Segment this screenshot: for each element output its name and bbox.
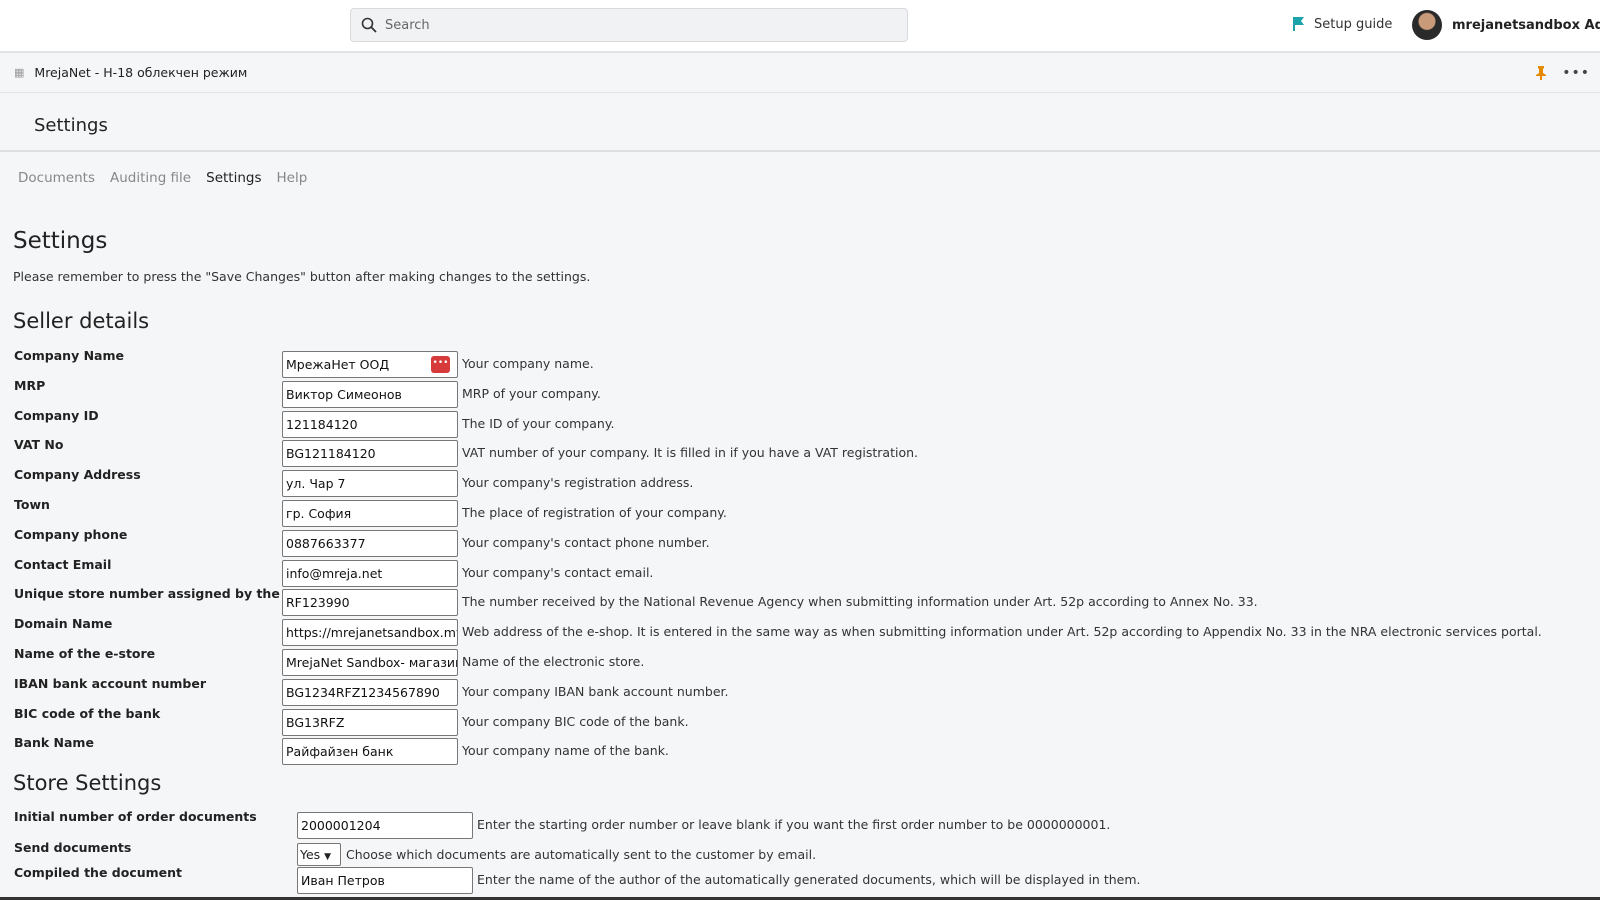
field-description: Your company BIC code of the bank. [462,713,689,729]
field-label: Company Name [14,348,124,363]
field-input[interactable]: BG13RFZ [282,708,458,736]
field-input[interactable]: RF123990 [282,589,458,617]
field-label: Name of the e-store [14,646,156,661]
field-description: The number received by the National Reve… [462,594,1258,610]
app-bar: ▦ MrejaNet - Н-18 облекчен режим ••• [0,53,1600,93]
user-name: mrejanetsandbox Admin [1452,17,1600,33]
tab-help[interactable]: Help [277,170,308,186]
field-label: BIC code of the bank [14,705,161,721]
field-label: Unique store number assigned by the NRA [14,586,314,602]
more-options-icon[interactable]: ••• [1562,65,1590,81]
field-input[interactable]: Виктор Симеонов [282,380,458,408]
field-description: Your company name. [462,356,594,371]
tab-auditing-file[interactable]: Auditing file [110,170,191,186]
field-description: Your company name of the bank. [462,743,669,759]
field-description: Enter the name of the author of the auto… [477,872,1141,887]
field-input[interactable]: info@mreja.net [282,559,458,587]
password-manager-icon[interactable]: ••• [431,356,450,373]
store-settings-heading: Store Settings [13,771,162,795]
field-label: Compiled the document [14,865,183,880]
field-description: Your company's contact phone number. [462,534,710,550]
chevron-down-icon: ▼ [324,852,332,862]
field-input[interactable]: 0887663377 [282,529,458,557]
field-input[interactable]: Райфайзен банк [282,738,458,766]
field-description: Name of the electronic store. [462,654,645,669]
tab-documents[interactable]: Documents [18,170,95,186]
setup-guide-button[interactable]: Setup guide [1292,16,1392,32]
page-header: Settings [0,93,1600,152]
field-description: The place of registration of your compan… [462,505,727,520]
field-description: Your company IBAN bank account number. [462,683,729,699]
field-input[interactable]: 121184120 [282,410,458,438]
field-label: Town [14,497,50,512]
search-placeholder: Search [385,17,430,33]
field-description: Choose which documents are automatically… [346,847,817,862]
search-input[interactable]: Search [350,8,908,42]
field-description: MRP of your company. [462,385,601,401]
field-input[interactable]: https://mrejanetsandbox.myshopify.com [282,619,458,647]
field-input[interactable]: BG1234RFZ1234567890 [282,678,458,706]
page-title: Settings [13,228,108,254]
field-label: Company phone [14,526,128,542]
field-label: Company ID [14,407,99,423]
user-menu[interactable]: mrejanetsandbox Admin [1412,10,1600,40]
field-input[interactable]: гр. София [282,500,458,527]
field-label: Contact Email [14,556,112,572]
field-description: Enter the starting order number or leave… [477,817,1111,832]
field-label: Company Address [14,467,141,483]
app-title: MrejaNet - Н-18 облекчен режим [34,65,248,80]
flag-icon [1293,17,1304,31]
seller-details-heading: Seller details [13,309,150,333]
field-input[interactable]: MrejaNet Sandbox- магазин [282,649,458,676]
select-value: Yes [300,847,321,862]
field-description: Your company's registration address. [462,475,694,491]
field-description: Your company's contact email. [462,564,654,580]
app-icon: ▦ [14,66,25,79]
field-label: MRP [14,377,46,393]
field-input[interactable]: BG121184120 [282,440,458,468]
search-icon [361,17,377,33]
field-input[interactable]: ул. Чар 7 [282,470,458,498]
pin-icon[interactable] [1536,66,1547,80]
field-description: Web address of the e-shop. It is entered… [462,624,1542,640]
field-label: IBAN bank account number [14,675,206,691]
tab-bar: Documents Auditing file Settings Help [18,170,307,186]
setup-guide-label: Setup guide [1314,16,1393,32]
field-label: Send documents [14,840,132,855]
field-label: Initial number of order documents [14,809,257,824]
field-description: VAT number of your company. It is filled… [462,445,918,461]
save-reminder: Please remember to press the "Save Chang… [13,269,591,284]
send-documents-select[interactable]: Yes ▼ [297,843,341,866]
field-label: VAT No [14,437,64,453]
avatar [1412,10,1442,40]
top-bar: Search Setup guide mrejanetsandbox Admin [0,0,1600,53]
initial-number-input[interactable]: 2000001204 [297,812,473,839]
field-label: Bank Name [14,735,94,751]
field-label: Domain Name [14,616,113,632]
tab-settings[interactable]: Settings [206,170,261,186]
compiled-input[interactable]: Иван Петров [297,867,473,894]
field-description: The ID of your company. [462,415,615,431]
